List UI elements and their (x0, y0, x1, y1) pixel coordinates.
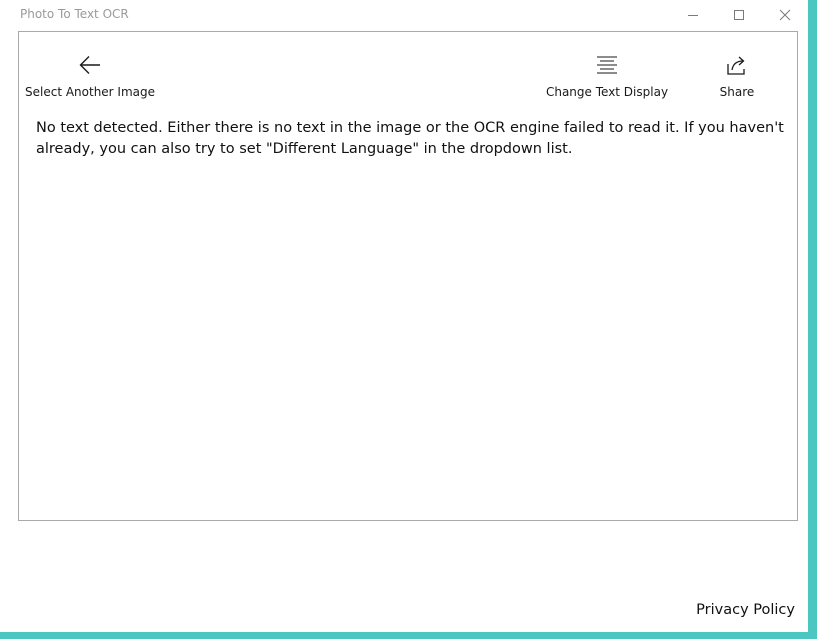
maximize-icon (734, 10, 744, 20)
close-button[interactable] (762, 0, 808, 30)
privacy-policy-link[interactable]: Privacy Policy (696, 602, 795, 618)
share-button[interactable]: Share (714, 50, 760, 99)
change-text-display-label: Change Text Display (545, 85, 669, 99)
app-window: Photo To Text OCR Select Another Image C… (0, 0, 808, 632)
share-icon (726, 50, 748, 80)
result-panel: Select Another Image Change Text Display (18, 31, 798, 521)
minimize-icon (688, 15, 698, 16)
title-bar[interactable]: Photo To Text OCR (0, 0, 808, 30)
ocr-result-text: No text detected. Either there is no tex… (36, 120, 784, 157)
minimize-button[interactable] (670, 0, 716, 30)
align-center-icon (596, 50, 618, 80)
select-another-image-label: Select Another Image (25, 85, 156, 99)
maximize-button[interactable] (716, 0, 762, 30)
window-title: Photo To Text OCR (20, 7, 129, 21)
change-text-display-button[interactable]: Change Text Display (546, 50, 668, 99)
select-another-image-button[interactable]: Select Another Image (25, 50, 155, 99)
share-label: Share (719, 85, 755, 99)
arrow-left-icon (78, 50, 102, 80)
close-icon (779, 9, 791, 21)
